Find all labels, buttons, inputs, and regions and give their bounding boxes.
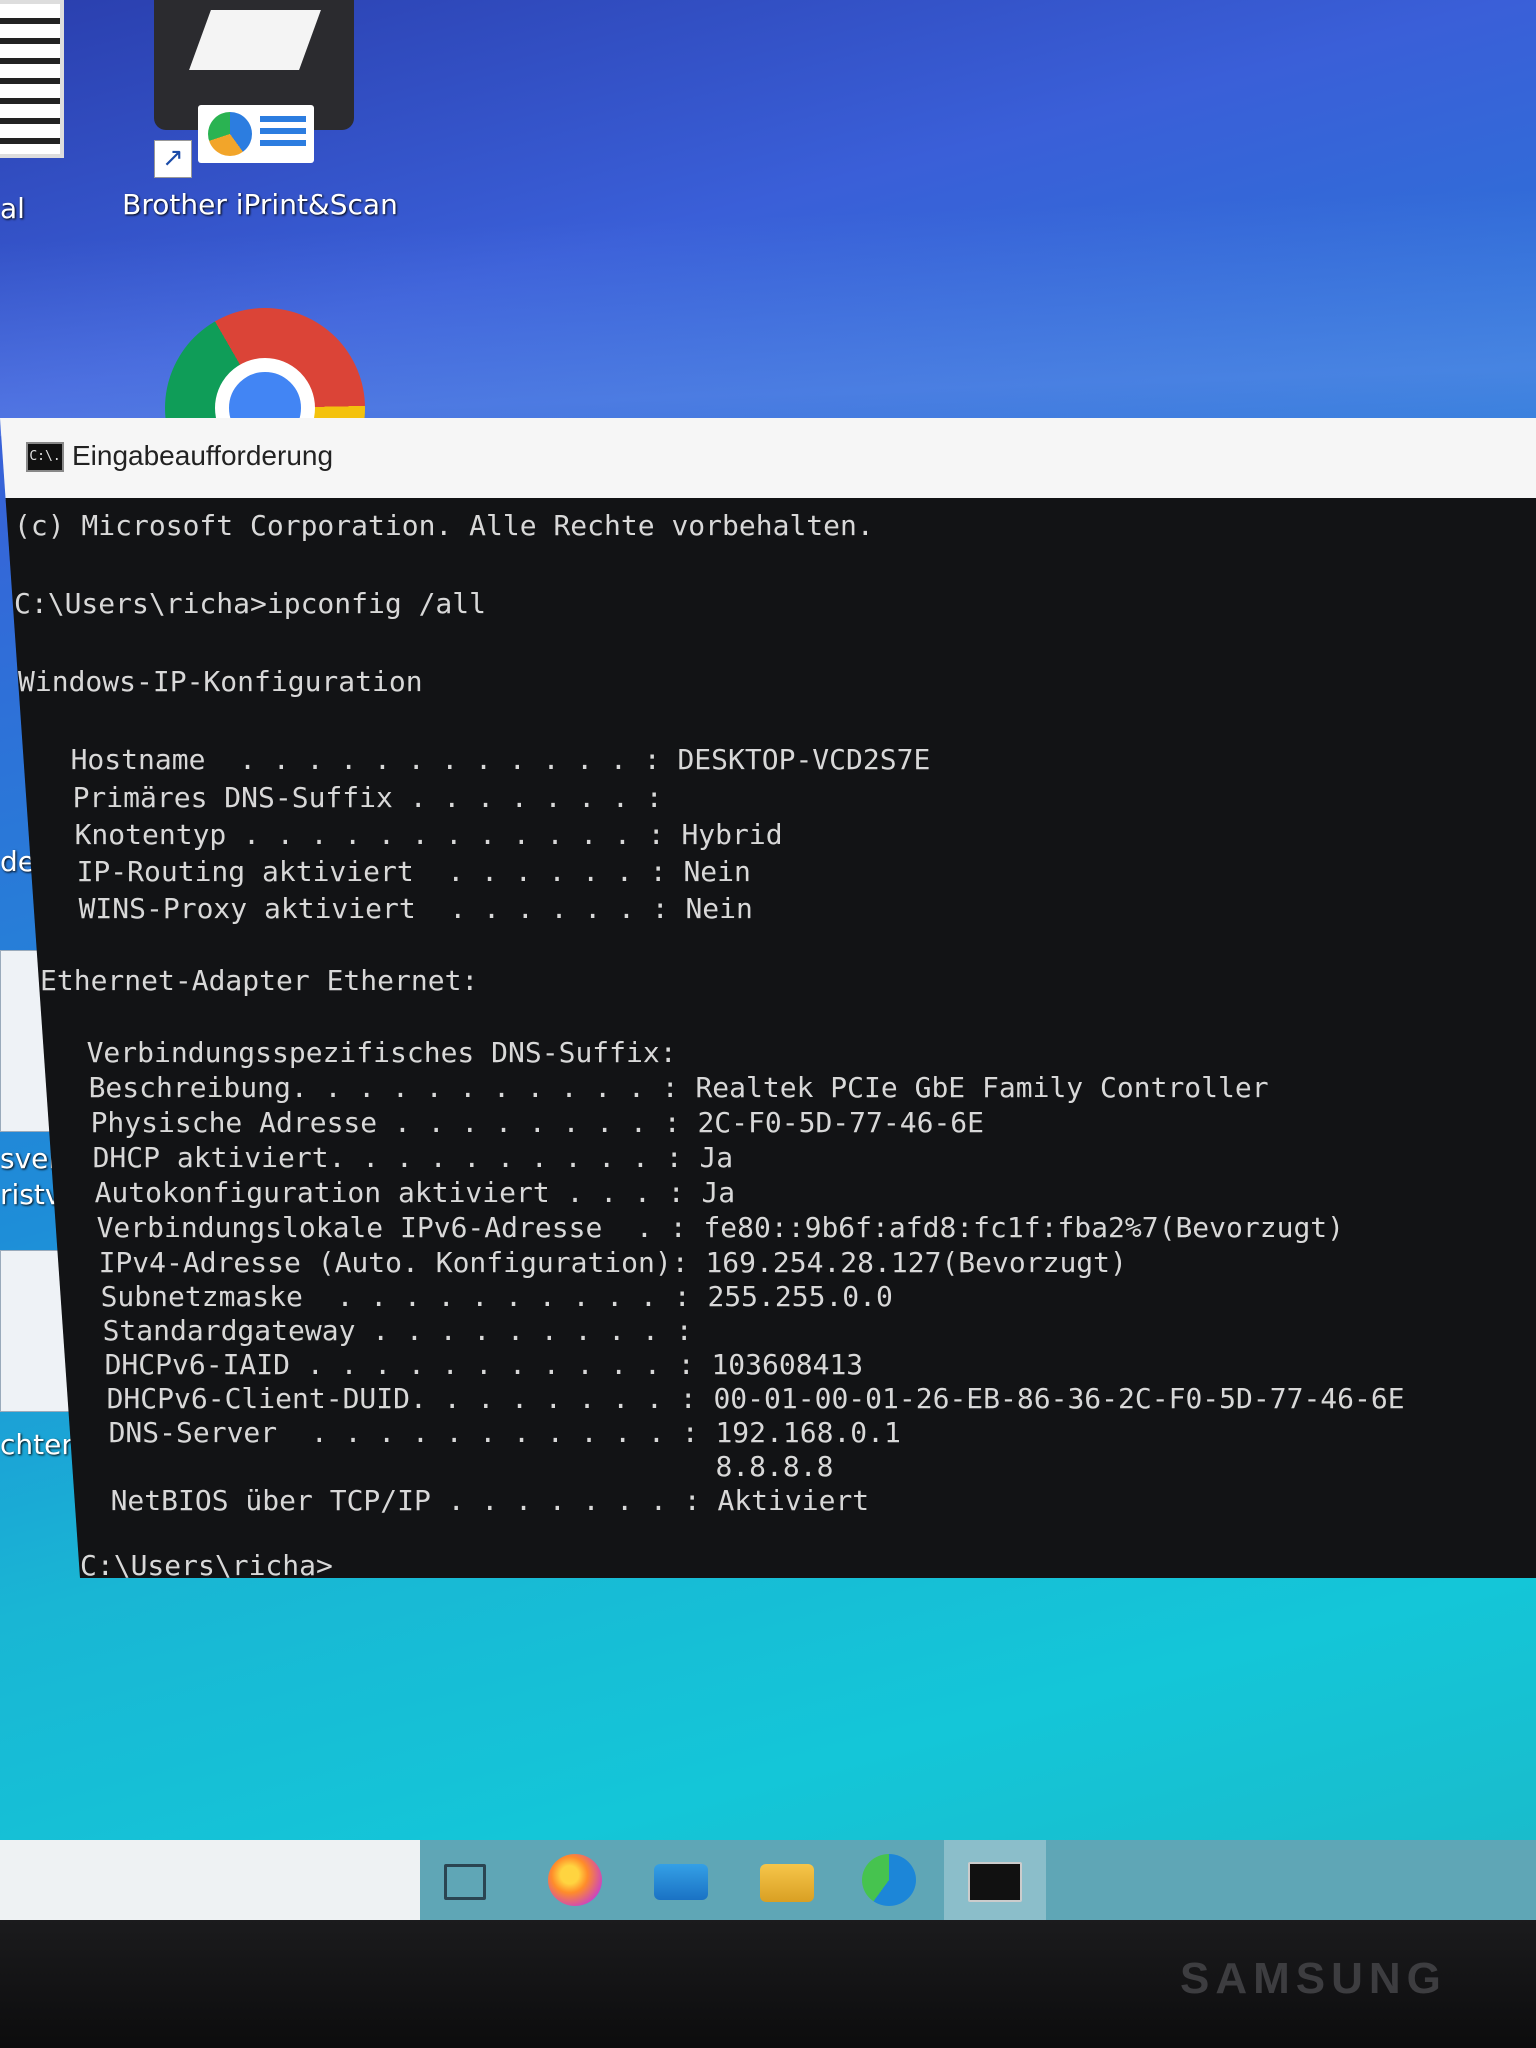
console-line: IPv4-Adresse (Auto. Konfiguration): 169.…: [48, 1246, 1127, 1279]
console-line: Subnetzmaske . . . . . . . . . . : 255.2…: [50, 1280, 893, 1313]
console-line: DHCPv6-IAID . . . . . . . . . . . : 1036…: [54, 1348, 864, 1381]
window-title: Eingabeaufforderung: [72, 440, 334, 471]
console-line: NetBIOS über TCP/IP . . . . . . . : Akti…: [60, 1484, 870, 1517]
console-heading: Windows-IP-Konfiguration: [18, 665, 423, 698]
pie-chart-icon: [208, 112, 252, 156]
taskbar-search-box[interactable]: [0, 1840, 420, 1920]
window-titlebar[interactable]: C:\. Eingabeaufforderung: [0, 418, 1536, 500]
command-prompt-taskbar-icon[interactable]: [968, 1862, 1022, 1902]
console-line: Hostname . . . . . . . . . . . . : DESKT…: [20, 743, 931, 776]
desktop-icon-label: Brother iPrint&Scan: [122, 188, 398, 221]
console-line: WINS-Proxy aktiviert . . . . . . : Nein: [28, 892, 753, 925]
console-output[interactable]: (c) Microsoft Corporation. Alle Rechte v…: [0, 498, 1536, 1578]
shortcut-arrow-icon: ↗: [154, 140, 192, 178]
folder-icon[interactable]: [760, 1864, 814, 1902]
printer-paper-graphic: [189, 10, 321, 70]
card-lines-graphic: [260, 116, 306, 152]
console-line: IP-Routing aktiviert . . . . . . : Nein: [26, 855, 751, 888]
console-line: Verbindungslokale IPv6-Adresse . : fe80:…: [46, 1211, 1345, 1244]
console-line: (c) Microsoft Corporation. Alle Rechte v…: [14, 509, 874, 542]
console-line: Knotentyp . . . . . . . . . . . . : Hybr…: [24, 818, 783, 851]
partial-icon-label: al: [0, 192, 25, 225]
mail-icon[interactable]: [654, 1864, 708, 1900]
command-prompt-icon: C:\.: [26, 442, 64, 472]
console-line: Standardgateway . . . . . . . . . :: [52, 1314, 693, 1347]
console-line: Primäres DNS-Suffix . . . . . . . :: [22, 781, 663, 814]
console-line: Autokonfiguration aktiviert . . . : Ja: [44, 1176, 736, 1209]
console-line: DHCPv6-Client-DUID. . . . . . . . : 00-0…: [56, 1382, 1405, 1415]
console-command-line: C:\Users\richa>ipconfig /all: [14, 587, 487, 620]
taskbar: [0, 1840, 1536, 1920]
task-view-icon[interactable]: [444, 1864, 486, 1900]
brother-iprint-scan-shortcut[interactable]: ↗ Brother iPrint&Scan: [120, 0, 400, 230]
console-heading: Ethernet-Adapter Ethernet:: [40, 964, 479, 997]
console-line: DNS-Server . . . . . . . . . . . : 192.1…: [58, 1416, 901, 1449]
console-line: DHCP aktiviert. . . . . . . . . . : Ja: [42, 1141, 734, 1174]
partial-desktop-icon[interactable]: [0, 0, 64, 158]
command-prompt-window[interactable]: C:\. Eingabeaufforderung (c) Microsoft C…: [0, 418, 1536, 1578]
console-line: Verbindungsspezifisches DNS-Suffix:: [36, 1036, 677, 1069]
console-line: Physische Adresse . . . . . . . . : 2C-F…: [40, 1106, 985, 1139]
monitor-bezel: SAMSUNG: [0, 1920, 1536, 2048]
console-line: Beschreibung. . . . . . . . . . . : Real…: [38, 1071, 1269, 1104]
edge-icon[interactable]: [862, 1854, 916, 1906]
firefox-icon[interactable]: [548, 1854, 602, 1906]
monitor-brand-logo: SAMSUNG: [1180, 1954, 1447, 2003]
console-line: 8.8.8.8: [58, 1450, 834, 1483]
